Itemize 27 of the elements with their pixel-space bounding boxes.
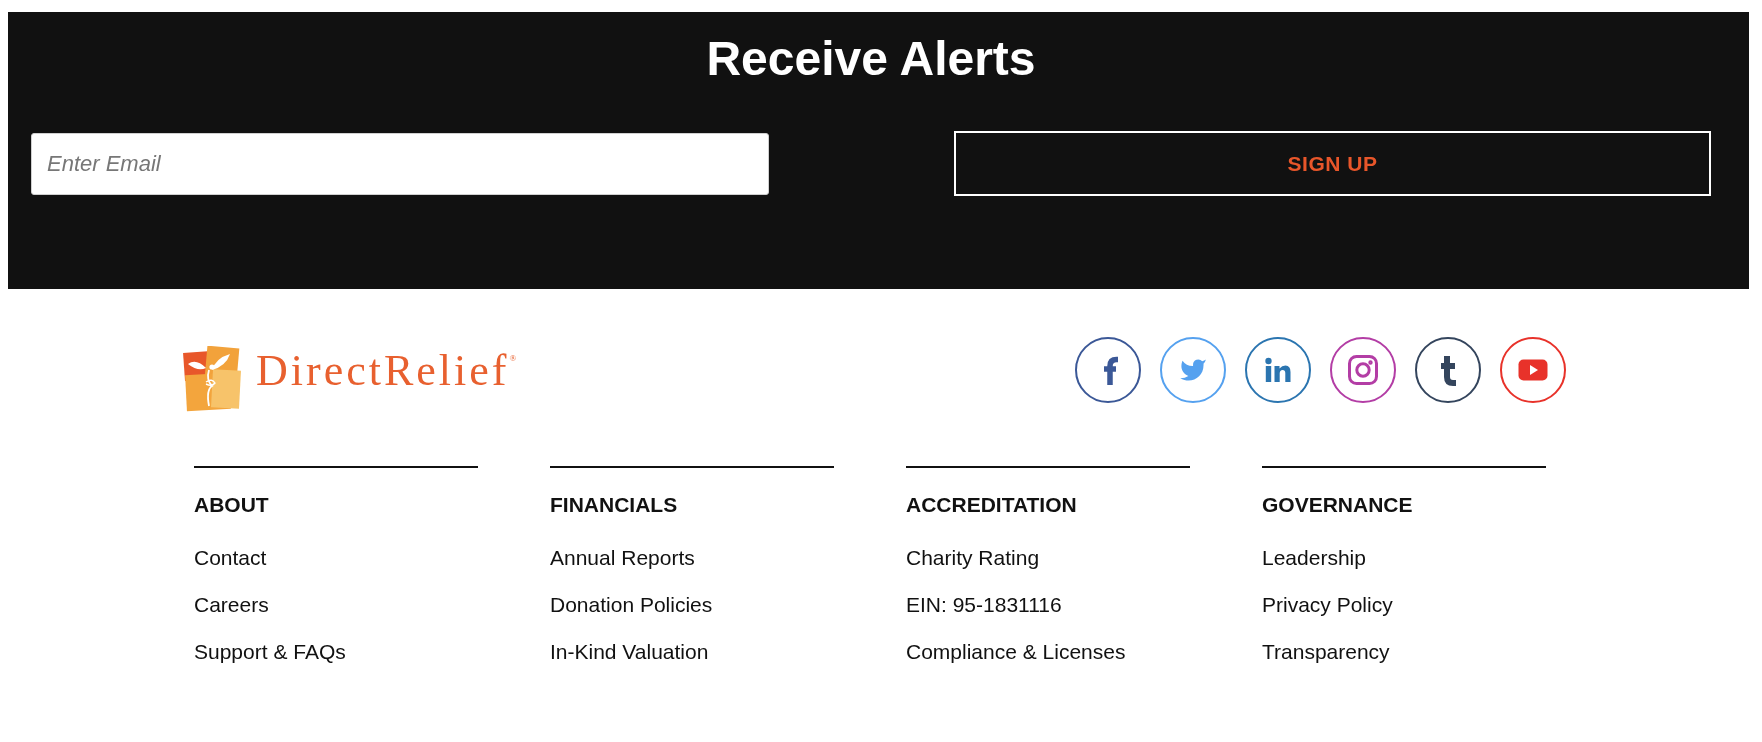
footer-link[interactable]: Donation Policies [550, 592, 713, 618]
logo-icon [182, 346, 242, 412]
email-field[interactable]: Enter Email [31, 132, 769, 195]
column-heading: FINANCIALS [550, 492, 679, 518]
youtube-icon[interactable] [1500, 337, 1566, 403]
footer-link[interactable]: Support & FAQs [194, 639, 346, 665]
column-heading: ACCREDITATION [906, 492, 1078, 518]
column-heading: GOVERNANCE [1262, 492, 1414, 518]
footer-link[interactable]: EIN: 95-1831116 [906, 592, 1062, 618]
footer-link[interactable]: Leadership [1262, 545, 1366, 571]
footer-link[interactable]: Transparency [1262, 639, 1390, 665]
footer-link[interactable]: Compliance & Licenses [906, 639, 1126, 665]
linkedin-icon[interactable] [1245, 337, 1311, 403]
twitter-icon[interactable] [1160, 337, 1226, 403]
facebook-icon[interactable] [1075, 337, 1141, 403]
logo-text: DirectRelief$^{®}$ [256, 347, 517, 395]
footer-link[interactable]: Annual Reports [550, 545, 695, 571]
footer-link[interactable]: Careers [194, 592, 269, 618]
instagram-icon[interactable] [1330, 337, 1396, 403]
sign-up-button[interactable]: SIGN UP [954, 131, 1711, 196]
footer-link[interactable]: In-Kind Valuation [550, 639, 709, 665]
column-heading: ABOUT [194, 492, 270, 518]
alerts-title: Receive Alerts [705, 31, 1037, 87]
footer-link[interactable]: Charity Rating [906, 545, 1040, 571]
tumblr-icon[interactable] [1415, 337, 1481, 403]
footer-link[interactable]: Contact [194, 545, 267, 571]
footer-link[interactable]: Privacy Policy [1262, 592, 1393, 618]
